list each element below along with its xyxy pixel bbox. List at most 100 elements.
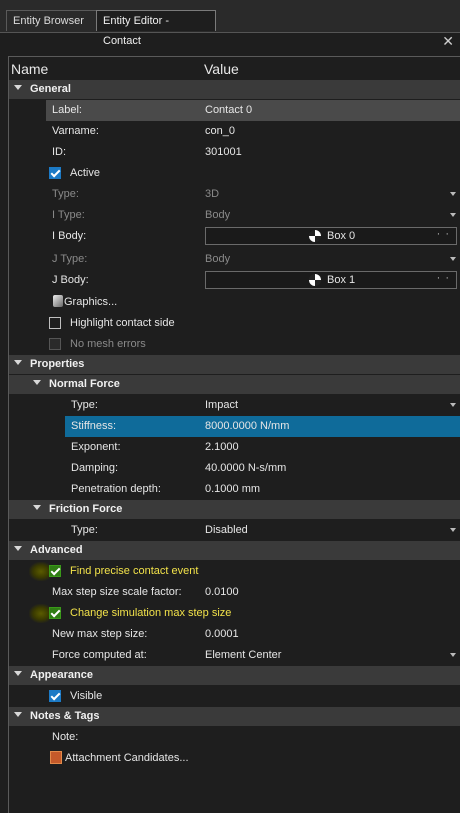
change-label: Change simulation max step size [70, 607, 232, 619]
section-general[interactable]: General [9, 80, 460, 99]
highlight-label: Highlight contact side [70, 317, 175, 329]
row-note[interactable]: Note: [9, 727, 460, 748]
row-attachment[interactable]: Attachment Candidates... [9, 748, 460, 769]
chevron-down-icon[interactable] [14, 671, 22, 676]
row-selection [46, 100, 460, 121]
section-friction-force[interactable]: Friction Force [9, 500, 460, 519]
maxstep-name: Max step size scale factor: [52, 586, 182, 598]
chevron-down-icon[interactable] [14, 546, 22, 551]
precise-checkbox[interactable] [49, 565, 61, 577]
id-value: 301001 [205, 146, 242, 158]
row-graphics[interactable]: Graphics... [9, 292, 460, 313]
visible-checkbox[interactable] [49, 690, 61, 702]
dropdown-arrow-icon[interactable] [450, 403, 456, 407]
row-active[interactable]: Active [9, 163, 460, 184]
active-checkbox[interactable] [49, 167, 61, 179]
tab-entity-editor[interactable]: Entity Editor - Contact [96, 10, 216, 47]
section-title: General [30, 83, 71, 95]
row-damping[interactable]: Damping: 40.0000 N-s/mm [9, 458, 460, 479]
stiffness-value[interactable]: 8000.0000 N/mm [205, 420, 289, 432]
row-maxstep[interactable]: Max step size scale factor: 0.0100 [9, 582, 460, 603]
row-exponent[interactable]: Exponent: 2.1000 [9, 437, 460, 458]
ff-type-value[interactable]: Disabled [205, 524, 248, 536]
section-notes-tags[interactable]: Notes & Tags [9, 707, 460, 726]
chevron-down-icon[interactable] [33, 380, 41, 385]
section-title: Appearance [30, 669, 93, 681]
row-itype[interactable]: I Type: Body [9, 205, 460, 226]
ibody-browse-button[interactable]: · · [437, 228, 450, 240]
type-name: Type: [52, 188, 79, 200]
row-stiffness[interactable]: Stiffness: 8000.0000 N/mm [9, 416, 460, 437]
row-label[interactable]: Label: Contact 0 [9, 100, 460, 121]
section-properties[interactable]: Properties [9, 355, 460, 374]
newmax-name: New max step size: [52, 628, 148, 640]
type-value[interactable]: 3D [205, 188, 219, 200]
section-title: Friction Force [49, 503, 123, 515]
row-precise[interactable]: Find precise contact event [9, 561, 460, 582]
tab-entity-browser[interactable]: Entity Browser [6, 10, 100, 31]
section-appearance[interactable]: Appearance [9, 666, 460, 685]
dropdown-arrow-icon[interactable] [450, 528, 456, 532]
label-name: Label: [52, 104, 82, 116]
section-title: Properties [30, 358, 85, 370]
ibody-picker[interactable]: Box 0 · · [205, 227, 457, 245]
graphics-button[interactable]: Graphics... [64, 296, 117, 308]
nf-type-value[interactable]: Impact [205, 399, 238, 411]
row-change[interactable]: Change simulation max step size [9, 603, 460, 624]
penetration-name: Penetration depth: [71, 483, 161, 495]
section-advanced[interactable]: Advanced [9, 541, 460, 560]
close-icon[interactable]: ✕ [442, 33, 454, 50]
itype-value[interactable]: Body [205, 209, 230, 221]
itype-name: I Type: [52, 209, 85, 221]
force-name: Force computed at: [52, 649, 147, 661]
nomesh-checkbox [49, 338, 61, 350]
label-value[interactable]: Contact 0 [205, 104, 252, 116]
row-type[interactable]: Type: 3D [9, 184, 460, 205]
body-icon [309, 274, 321, 286]
row-varname[interactable]: Varname: con_0 [9, 121, 460, 142]
dropdown-arrow-icon[interactable] [450, 257, 456, 261]
row-jtype[interactable]: J Type: Body [9, 249, 460, 270]
row-nf-type[interactable]: Type: Impact [9, 395, 460, 416]
jbody-picker[interactable]: Box 1 · · [205, 271, 457, 289]
damping-value[interactable]: 40.0000 N-s/mm [205, 462, 286, 474]
ibody-name: I Body: [52, 230, 87, 242]
row-penetration[interactable]: Penetration depth: 0.1000 mm [9, 479, 460, 500]
row-ibody[interactable]: I Body: Box 0 · · [9, 226, 460, 247]
note-name: Note: [52, 731, 79, 743]
varname-name: Varname: [52, 125, 99, 137]
change-checkbox[interactable] [49, 607, 61, 619]
chevron-down-icon[interactable] [14, 360, 22, 365]
row-force[interactable]: Force computed at: Element Center [9, 645, 460, 666]
row-newmax[interactable]: New max step size: 0.0001 [9, 624, 460, 645]
highlight-checkbox[interactable] [49, 317, 61, 329]
row-visible[interactable]: Visible [9, 686, 460, 707]
jbody-value: Box 1 [327, 274, 356, 286]
visible-label: Visible [70, 690, 103, 702]
varname-value[interactable]: con_0 [205, 125, 235, 137]
attachment-button[interactable]: Attachment Candidates... [65, 752, 189, 764]
chevron-down-icon[interactable] [14, 85, 22, 90]
dropdown-arrow-icon[interactable] [450, 213, 456, 217]
maxstep-value[interactable]: 0.0100 [205, 586, 239, 598]
section-normal-force[interactable]: Normal Force [9, 375, 460, 394]
jbody-browse-button[interactable]: · · [437, 272, 450, 284]
grid-header: Name Value [8, 57, 460, 79]
dropdown-arrow-icon[interactable] [450, 653, 456, 657]
exponent-value[interactable]: 2.1000 [205, 441, 239, 453]
dropdown-arrow-icon[interactable] [450, 192, 456, 196]
nomesh-label: No mesh errors [70, 338, 146, 350]
row-jbody[interactable]: J Body: Box 1 · · [9, 270, 460, 291]
tab-bar: Entity Browser Entity Editor - Contact [0, 0, 460, 47]
force-value[interactable]: Element Center [205, 649, 281, 661]
chevron-down-icon[interactable] [14, 712, 22, 717]
active-label: Active [70, 167, 100, 179]
jbody-name: J Body: [52, 274, 89, 286]
penetration-value[interactable]: 0.1000 mm [205, 483, 260, 495]
jtype-value[interactable]: Body [205, 253, 230, 265]
row-highlight[interactable]: Highlight contact side [9, 313, 460, 334]
damping-name: Damping: [71, 462, 119, 474]
newmax-value[interactable]: 0.0001 [205, 628, 239, 640]
chevron-down-icon[interactable] [33, 505, 41, 510]
row-ff-type[interactable]: Type: Disabled [9, 520, 460, 541]
